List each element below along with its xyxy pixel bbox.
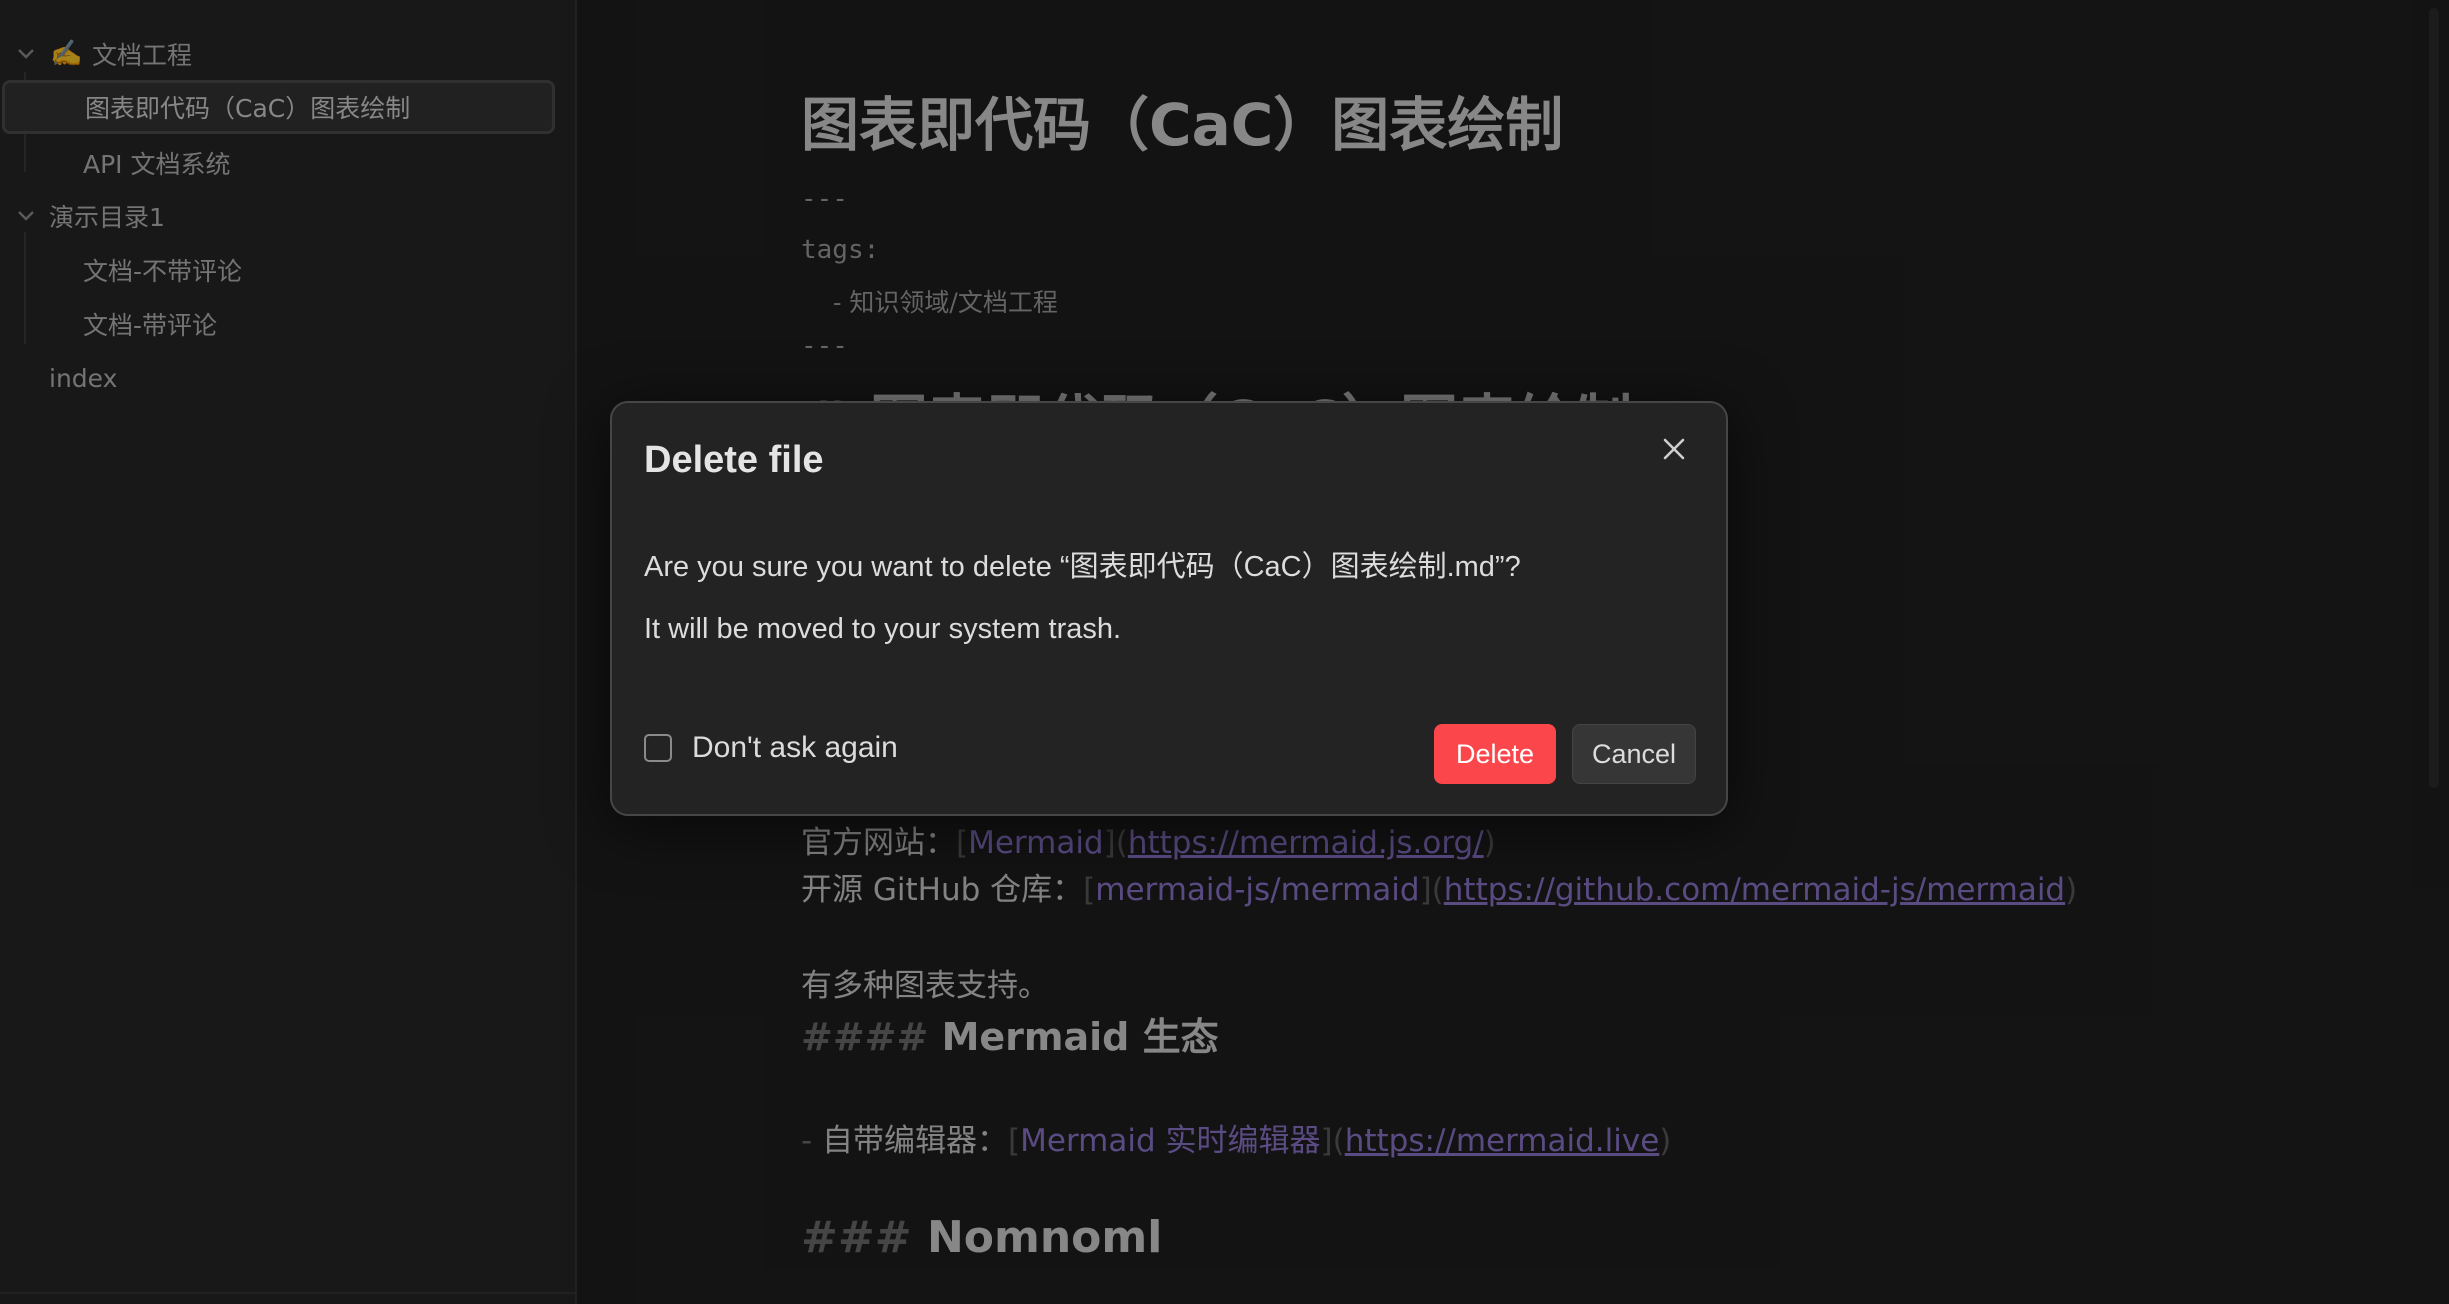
dont-ask-again-label[interactable]: Don't ask again [692,731,898,765]
dialog-message: Are you sure you want to delete “图表即代码（C… [644,551,1521,583]
delete-file-dialog: Delete file Are you sure you want to del… [610,401,1728,816]
dont-ask-again-option[interactable]: Don't ask again [644,731,898,765]
dialog-title: Delete file [644,439,824,481]
close-icon[interactable] [1654,429,1694,469]
dialog-submessage: It will be moved to your system trash. [644,613,1122,645]
delete-button[interactable]: Delete [1434,724,1556,784]
dont-ask-again-checkbox[interactable] [644,734,672,762]
cancel-button[interactable]: Cancel [1572,724,1696,784]
